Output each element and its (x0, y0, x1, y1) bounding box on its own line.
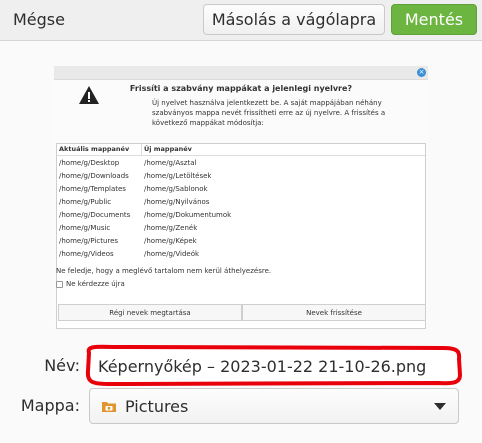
table-row: /home/g/Documents /home/g/Dokumentumok (57, 209, 425, 222)
current-folder-cell: /home/g/Music (59, 224, 111, 232)
preview-update-names-button: Nevek frissítése (242, 304, 426, 321)
preview-dont-ask-checkbox: Ne kérdezze újra (56, 280, 125, 288)
cancel-button[interactable]: Mégse (4, 4, 74, 35)
table-row: /home/g/Public /home/g/Nyilvános (57, 196, 425, 209)
preview-dialog-title: Frissíti a szabvány mappákat a jelenlegi… (129, 84, 353, 93)
current-folder-cell: /home/g/Videos (59, 250, 114, 258)
screenshot-preview: × Frissíti a szabvány mappákat a jelenle… (54, 66, 428, 329)
current-folder-cell: /home/g/Public (59, 198, 112, 206)
new-folder-cell: /home/g/Dokumentumok (144, 211, 232, 219)
folder-value: Pictures (125, 396, 189, 416)
current-folder-cell: /home/g/Pictures (59, 237, 119, 245)
name-label: Név: (44, 356, 80, 375)
table-row: /home/g/Templates /home/g/Sablonok (57, 183, 425, 196)
current-folder-cell: /home/g/Downloads (59, 172, 129, 180)
table-row: /home/g/Desktop /home/g/Asztal (57, 157, 425, 170)
current-folder-cell: /home/g/Desktop (59, 159, 120, 167)
close-icon: × (417, 68, 426, 77)
new-folder-cell: /home/g/Nyilvános (144, 198, 210, 206)
column-header-current: Aktuális mappanév (59, 145, 130, 153)
save-button[interactable]: Mentés (391, 4, 477, 35)
preview-dialog-message: Új nyelvet használva jelentkezett be. A … (152, 99, 386, 127)
table-row: /home/g/Downloads /home/g/Letöltések (57, 170, 425, 183)
column-header-new: Új mappanév (144, 145, 192, 153)
new-folder-cell: /home/g/Képek (144, 237, 197, 245)
copy-to-clipboard-button[interactable]: Másolás a vágólapra (203, 4, 385, 35)
header-divider (57, 155, 425, 156)
preview-keep-names-button: Régi nevek megtartása (58, 304, 242, 321)
column-divider (141, 144, 142, 155)
pictures-folder-icon (102, 402, 116, 412)
table-row: /home/g/Pictures /home/g/Képek (57, 235, 425, 248)
new-folder-cell: /home/g/Letöltések (144, 172, 212, 180)
folder-dropdown[interactable]: Pictures (89, 388, 459, 424)
table-row: /home/g/Music /home/g/Zenék (57, 222, 425, 235)
table-row: /home/g/Videos /home/g/Videók (57, 248, 425, 261)
new-folder-cell: /home/g/Sablonok (144, 185, 208, 193)
new-folder-cell: /home/g/Videók (144, 250, 200, 258)
current-folder-cell: /home/g/Templates (59, 185, 126, 193)
chevron-down-icon (434, 403, 446, 410)
new-folder-cell: /home/g/Asztal (144, 159, 197, 167)
dont-ask-label: Ne kérdezze újra (66, 280, 125, 288)
preview-titlebar: × (54, 66, 428, 80)
new-folder-cell: /home/g/Zenék (144, 224, 198, 232)
preview-note: Ne feledje, hogy a meglévő tartalom nem … (56, 267, 272, 275)
checkbox-icon (56, 280, 63, 288)
folder-label: Mappa: (20, 396, 80, 415)
red-highlight-annotation (85, 344, 463, 387)
current-folder-cell: /home/g/Documents (59, 211, 131, 219)
header-bar: Mégse Másolás a vágólapra Mentés (0, 0, 482, 41)
folder-rename-table: Aktuális mappanév Új mappanév /home/g/De… (56, 143, 426, 329)
